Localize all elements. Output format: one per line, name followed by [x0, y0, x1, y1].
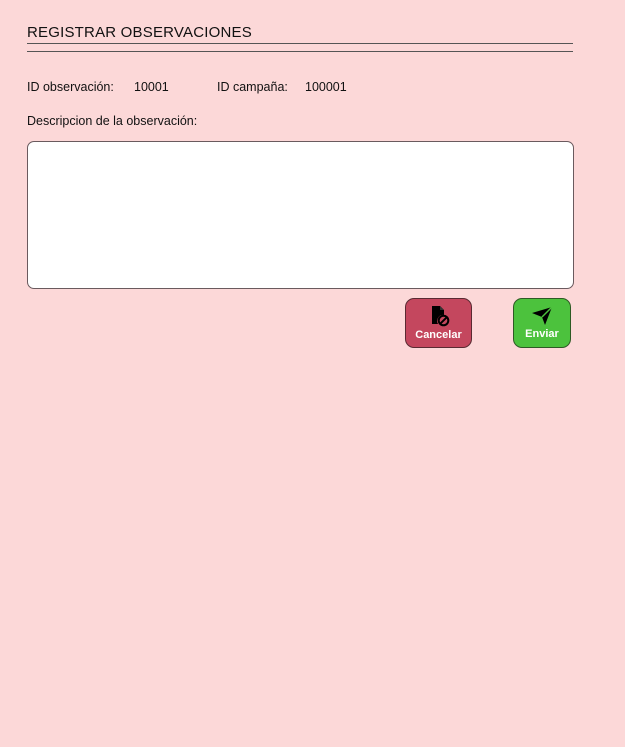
cancel-button-label: Cancelar [415, 329, 462, 341]
send-button[interactable]: Enviar [513, 298, 571, 348]
send-button-label: Enviar [525, 328, 559, 340]
file-cancel-icon [428, 305, 450, 329]
description-label: Descripcion de la observación: [27, 114, 198, 128]
campaign-id-value: 100001 [305, 80, 347, 94]
campaign-id-label: ID campaña: [217, 80, 288, 94]
observation-id-value: 10001 [134, 80, 169, 94]
register-observations-page: REGISTRAR OBSERVACIONES ID observación: … [0, 0, 625, 747]
send-icon [531, 306, 553, 328]
description-textarea[interactable] [27, 141, 574, 289]
page-title: REGISTRAR OBSERVACIONES [27, 24, 252, 41]
cancel-button[interactable]: Cancelar [405, 298, 472, 348]
observation-id-label: ID observación: [27, 80, 114, 94]
title-divider-bottom [27, 51, 573, 52]
title-divider-top [27, 43, 573, 44]
